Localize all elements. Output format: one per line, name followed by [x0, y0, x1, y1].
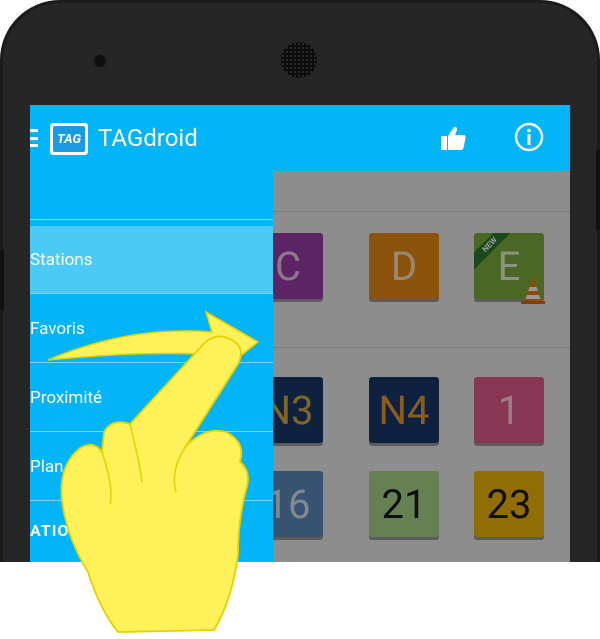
drawer-item-proximite[interactable]: Proximité: [30, 364, 273, 431]
app-bar: TAG TAGdroid: [30, 105, 570, 171]
drawer-item-label: Favoris: [30, 318, 85, 339]
drawer-section-header: ATION: [30, 521, 82, 540]
drawer-item-plan[interactable]: Plan: [30, 433, 273, 500]
drawer-divider: [30, 500, 273, 501]
thumbs-up-icon[interactable]: [438, 123, 468, 153]
side-button-right: [596, 150, 600, 230]
phone-frame: C D NEW E N3 N4 1 16 21 23 Stations Favo…: [0, 0, 600, 562]
navigation-drawer: Stations Favoris Proximité Plan ATION: [30, 171, 273, 562]
drawer-divider: [30, 362, 273, 363]
earpiece-speaker: [281, 42, 317, 78]
screen: C D NEW E N3 N4 1 16 21 23 Stations Favo…: [30, 105, 570, 562]
drawer-divider: [30, 431, 273, 432]
drawer-item-stations[interactable]: Stations: [30, 226, 273, 293]
front-camera: [93, 54, 107, 68]
drawer-divider: [30, 219, 273, 220]
tag-logo: TAG: [50, 123, 88, 155]
drawer-item-label: Proximité: [30, 387, 103, 408]
info-icon[interactable]: [514, 122, 544, 152]
drawer-item-favoris[interactable]: Favoris: [30, 295, 273, 362]
drawer-item-label: Stations: [30, 249, 93, 270]
drawer-item-label: Plan: [30, 456, 64, 477]
menu-icon[interactable]: [30, 129, 38, 147]
side-button-left: [0, 250, 4, 310]
app-title: TAGdroid: [98, 124, 198, 152]
drawer-divider: [30, 293, 273, 294]
